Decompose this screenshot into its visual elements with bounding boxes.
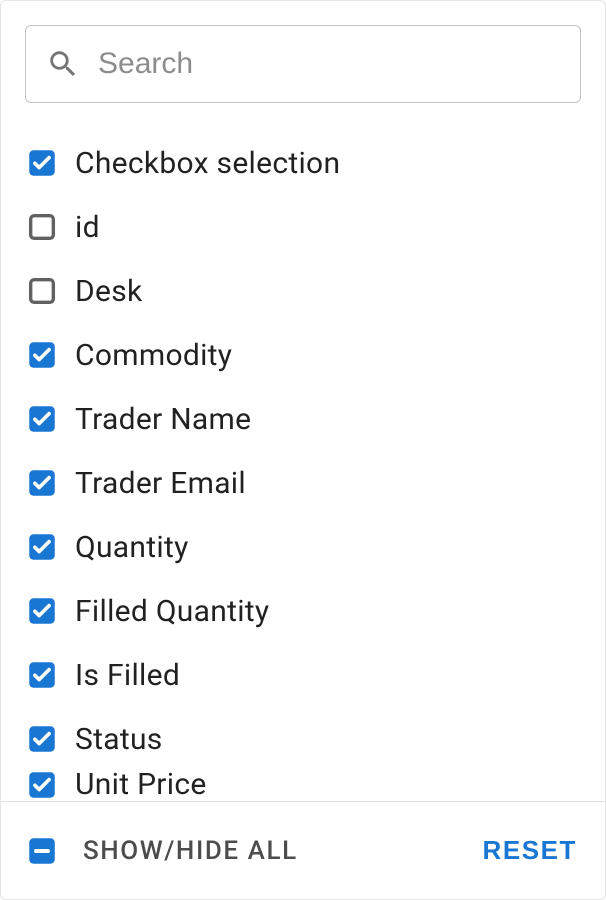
column-label: Trader Name <box>75 402 251 437</box>
search-icon <box>46 47 80 81</box>
checkbox-checked-icon <box>25 722 59 756</box>
column-row: Desk <box>25 259 581 323</box>
column-checkbox[interactable] <box>25 530 59 564</box>
column-checkbox[interactable] <box>25 146 59 180</box>
column-label: Commodity <box>75 338 232 373</box>
column-checkbox[interactable] <box>25 658 59 692</box>
column-checkbox[interactable] <box>25 402 59 436</box>
column-selector-panel: Checkbox selection id Desk Commodity Tra… <box>0 0 606 900</box>
column-label: Checkbox selection <box>75 146 340 181</box>
checkbox-checked-icon <box>25 466 59 500</box>
search-field[interactable] <box>25 25 581 103</box>
column-label: Unit Price <box>75 771 207 799</box>
toggle-all-group: SHOW/HIDE ALL <box>25 834 479 868</box>
indeterminate-checkbox-icon <box>25 834 59 868</box>
column-checkbox[interactable] <box>25 274 59 308</box>
checkbox-checked-icon <box>25 402 59 436</box>
checkbox-checked-icon <box>25 146 59 180</box>
column-row: Quantity <box>25 515 581 579</box>
column-list: Checkbox selection id Desk Commodity Tra… <box>1 115 605 801</box>
checkbox-checked-icon <box>25 530 59 564</box>
checkbox-checked-icon <box>25 771 59 801</box>
checkbox-checked-icon <box>25 658 59 692</box>
checkbox-checked-icon <box>25 338 59 372</box>
column-checkbox[interactable] <box>25 210 59 244</box>
column-checkbox[interactable] <box>25 338 59 372</box>
checkbox-unchecked-icon <box>25 210 59 244</box>
column-row: id <box>25 195 581 259</box>
column-label: Filled Quantity <box>75 594 269 629</box>
search-section <box>1 1 605 115</box>
column-row: Is Filled <box>25 643 581 707</box>
column-row: Trader Name <box>25 387 581 451</box>
column-row: Trader Email <box>25 451 581 515</box>
column-label: Status <box>75 722 163 757</box>
column-label: Quantity <box>75 530 189 565</box>
column-row: Commodity <box>25 323 581 387</box>
reset-button[interactable]: RESET <box>479 827 581 874</box>
checkbox-checked-icon <box>25 594 59 628</box>
column-checkbox[interactable] <box>25 771 59 801</box>
column-row: Filled Quantity <box>25 579 581 643</box>
column-row: Checkbox selection <box>25 131 581 195</box>
column-checkbox[interactable] <box>25 594 59 628</box>
column-label: id <box>75 210 100 245</box>
column-row: Unit Price <box>25 771 581 801</box>
column-row: Status <box>25 707 581 771</box>
panel-footer: SHOW/HIDE ALL RESET <box>1 801 605 899</box>
column-label: Is Filled <box>75 658 180 693</box>
checkbox-unchecked-icon <box>25 274 59 308</box>
toggle-all-label: SHOW/HIDE ALL <box>83 836 298 866</box>
search-input[interactable] <box>80 47 560 81</box>
column-checkbox[interactable] <box>25 466 59 500</box>
toggle-all-checkbox[interactable] <box>25 834 59 868</box>
column-checkbox[interactable] <box>25 722 59 756</box>
column-label: Desk <box>75 274 142 309</box>
column-label: Trader Email <box>75 466 246 501</box>
